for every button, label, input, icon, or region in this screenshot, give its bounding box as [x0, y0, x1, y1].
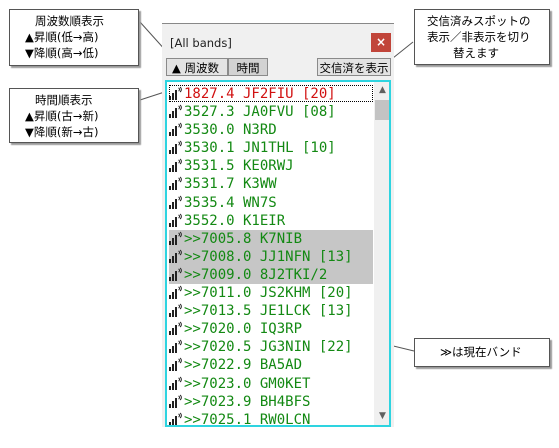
signal-icon [169, 231, 184, 245]
spot-text: 3552.0 K1EIR [184, 212, 286, 229]
spot-text: 3527.3 JA0FVU [08] [184, 104, 336, 121]
callout-show-worked: 交信済みスポットの 表示／非表示を切り 替えます [414, 9, 550, 65]
focus-rectangle [169, 85, 373, 102]
time-sort-label: 時間 [236, 61, 260, 75]
spot-row[interactable]: >>7005.8 K7NIB [169, 229, 373, 248]
spot-list[interactable]: 1827.4 JF2FIU [20] 3527.3 JA0FVU [08] 3530… [165, 80, 391, 427]
spot-text: >>7022.9 BA5AD [184, 357, 303, 374]
spot-text: 3530.0 N3RD [184, 122, 277, 139]
spot-text: 3531.5 KE0RWJ [184, 158, 294, 175]
spot-text: >>7023.9 BH4BFS [184, 393, 311, 410]
vertical-scrollbar[interactable]: ▲ ▼ [374, 82, 389, 425]
spot-row[interactable]: >>7023.9 BH4BFS [169, 393, 373, 411]
callout-line: 周波数順表示 [35, 14, 104, 28]
callout-line: ≫は現在バンド [440, 345, 522, 359]
signal-icon [169, 158, 184, 173]
callout-time-sort: 時間順表示 ▲昇順(古→新) ▼降順(新→古) [9, 88, 139, 143]
scroll-down-button[interactable]: ▼ [374, 408, 389, 425]
callout-current-band: ≫は現在バンド [414, 338, 550, 367]
spot-row[interactable]: >>7013.5 JE1LCK [13] [169, 302, 373, 320]
time-sort-button[interactable]: 時間 [228, 58, 268, 76]
frequency-sort-label: ▲ 周波数 [172, 61, 219, 75]
spot-row[interactable]: 3552.0 K1EIR [169, 212, 373, 230]
spot-row[interactable]: 3535.4 WN7S [169, 194, 373, 212]
spot-row[interactable]: >>7008.0 JJ1NFN [13] [169, 247, 373, 266]
spot-row[interactable]: >>7009.0 8J2TKI/2 [169, 265, 373, 285]
window-top-border [162, 23, 394, 24]
scroll-up-icon: ▲ [379, 85, 386, 95]
spot-text: >>7020.5 JG3NIN [22] [184, 339, 353, 356]
callout-line: ▼降順(新→古) [25, 125, 99, 139]
spot-text: 3535.4 WN7S [184, 194, 277, 211]
signal-icon [169, 140, 184, 155]
callout-line: 表示／非表示を切り [427, 30, 531, 44]
signal-icon [169, 122, 184, 137]
close-button[interactable]: × [371, 33, 391, 52]
spot-row[interactable]: 3531.5 KE0RWJ [169, 157, 373, 175]
signal-icon [169, 357, 184, 372]
callout-line: ▲昇順(低→高) [25, 30, 99, 44]
signal-icon [169, 195, 184, 209]
signal-icon [169, 285, 184, 300]
callout-line: 時間順表示 [35, 93, 93, 107]
scroll-up-button[interactable]: ▲ [374, 82, 389, 99]
callout-line: 替えます [453, 46, 499, 60]
spot-row[interactable]: 3531.7 K3WW [169, 175, 373, 193]
spot-row[interactable]: 3530.1 JN1THL [10] [169, 139, 373, 157]
spot-text: >>7025.1 RW0LCN [184, 411, 311, 427]
window-title: [All bands] [170, 36, 232, 50]
signal-icon [169, 213, 184, 227]
spot-rows: 1827.4 JF2FIU [20] 3527.3 JA0FVU [08] 3530… [169, 85, 373, 427]
spot-text: >>7020.0 IQ3RP [184, 321, 303, 338]
signal-icon [169, 249, 184, 263]
spot-row[interactable]: >>7022.9 BA5AD [169, 356, 373, 374]
callout-line: 交信済みスポットの [427, 14, 531, 28]
spot-text: >>7013.5 JE1LCK [13] [184, 303, 353, 320]
signal-icon [169, 267, 184, 281]
spot-row[interactable]: >>7025.1 RW0LCN [169, 411, 373, 427]
scroll-thumb[interactable] [375, 100, 389, 120]
spot-row[interactable]: 3527.3 JA0FVU [08] [169, 103, 373, 121]
spot-text: >>7011.0 JS2KHM [20] [184, 285, 353, 302]
spot-row[interactable]: >>7020.0 IQ3RP [169, 320, 373, 338]
spot-row[interactable]: 1827.4 JF2FIU [20] [169, 85, 373, 103]
frequency-sort-button[interactable]: ▲ 周波数 [166, 58, 228, 76]
spot-row[interactable]: 3530.0 N3RD [169, 121, 373, 139]
callout-line: ▲昇順(古→新) [25, 109, 99, 123]
signal-icon [169, 394, 184, 408]
close-icon: × [375, 35, 387, 49]
show-worked-toggle-button[interactable]: 交信済を表示 [317, 58, 391, 76]
signal-icon [169, 339, 184, 354]
callout-frequency-sort: 周波数順表示 ▲昇順(低→高) ▼降順(高→低) [9, 9, 139, 66]
callout-line: ▼降順(高→低) [25, 46, 99, 60]
scroll-down-icon: ▼ [379, 411, 386, 421]
spot-text: >>7023.0 GM0KET [184, 375, 311, 392]
signal-icon [169, 376, 184, 390]
spot-text: >>7005.8 K7NIB [184, 230, 303, 247]
spot-text: >>7008.0 JJ1NFN [13] [184, 248, 353, 265]
signal-icon [169, 104, 184, 119]
spot-text: 3531.7 K3WW [184, 176, 277, 193]
signal-icon [169, 412, 184, 425]
show-worked-label: 交信済を表示 [319, 61, 389, 75]
spot-row[interactable]: >>7020.5 JG3NIN [22] [169, 338, 373, 356]
signal-icon [169, 176, 184, 191]
spot-text: 3530.1 JN1THL [10] [184, 140, 336, 157]
spot-text: >>7009.0 8J2TKI/2 [184, 266, 328, 283]
spot-row[interactable]: >>7011.0 JS2KHM [20] [169, 284, 373, 302]
signal-icon [169, 321, 184, 336]
spot-row[interactable]: >>7023.0 GM0KET [169, 375, 373, 393]
signal-icon [169, 303, 184, 318]
